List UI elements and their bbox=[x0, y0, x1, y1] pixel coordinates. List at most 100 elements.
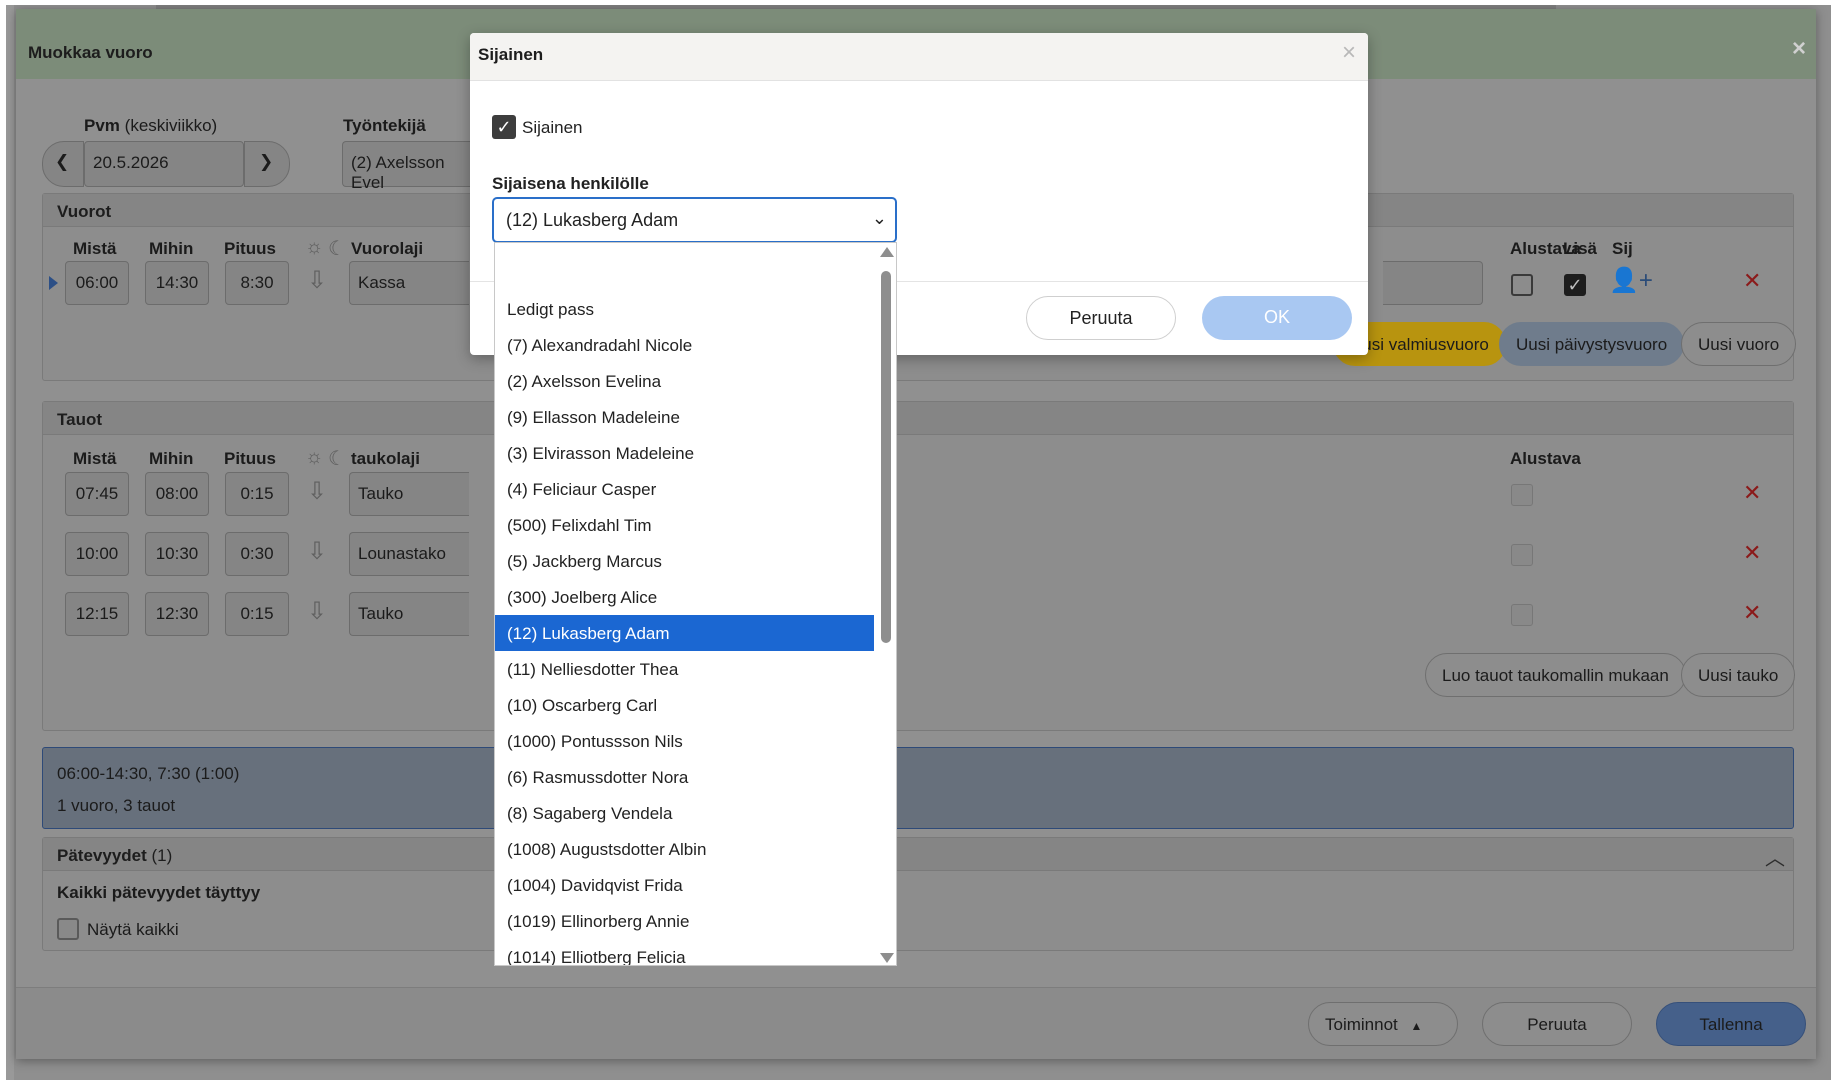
update-shift-button[interactable]: Uusi päivystysvuoro bbox=[1499, 322, 1685, 366]
modal-cancel-button[interactable]: Peruuta bbox=[1026, 296, 1176, 340]
shift-comment-input[interactable] bbox=[1383, 261, 1483, 305]
shift-type-select[interactable]: Kassa bbox=[349, 261, 469, 305]
dropdown-option[interactable]: (11) Nelliesdotter Thea bbox=[495, 651, 874, 687]
preliminary-checkbox[interactable] bbox=[1511, 544, 1533, 566]
summary-box: 06:00-14:30, 7:30 (1:00) 1 vuoro, 3 tauo… bbox=[42, 747, 1794, 829]
dropdown-option[interactable]: (1000) Pontussson Nils bbox=[495, 723, 874, 759]
sun-icon: ☼ bbox=[305, 446, 324, 468]
qualifications-status: Kaikki pätevyydet täyttyy bbox=[57, 883, 261, 902]
dropdown-option[interactable]: (500) Felixdahl Tim bbox=[495, 507, 874, 543]
chevron-right-icon[interactable]: ❯ bbox=[244, 141, 290, 187]
modal-ok-button[interactable]: OK bbox=[1202, 296, 1352, 340]
download-icon[interactable]: ⇩ bbox=[307, 477, 327, 506]
scrollbar-thumb[interactable] bbox=[881, 271, 891, 643]
add-person-icon[interactable]: 👤+ bbox=[1609, 266, 1653, 295]
chevron-left-icon[interactable]: ❮ bbox=[42, 141, 84, 187]
save-button[interactable]: Tallenna bbox=[1656, 1002, 1806, 1046]
extra-checkbox[interactable]: ✓ bbox=[1564, 274, 1586, 296]
dropdown-option[interactable]: (4) Feliciaur Casper bbox=[495, 471, 874, 507]
download-icon[interactable]: ⇩ bbox=[307, 266, 327, 295]
show-all-label: Näytä kaikki bbox=[87, 920, 179, 939]
break-to-input[interactable]: 12:30 bbox=[145, 592, 209, 636]
date-label: Pvm (keskiviikko) bbox=[84, 116, 218, 135]
new-break-button[interactable]: Uusi tauko bbox=[1681, 653, 1796, 697]
dropdown-option[interactable]: (6) Rasmussdotter Nora bbox=[495, 759, 874, 795]
break-type-select[interactable]: Tauko bbox=[349, 592, 469, 636]
close-icon[interactable]: ✕ bbox=[1743, 268, 1761, 294]
break-type-select[interactable]: Lounastako bbox=[349, 532, 469, 576]
scroll-up-icon[interactable] bbox=[880, 247, 894, 257]
col-to: Mihin bbox=[149, 449, 194, 468]
dropdown-option[interactable]: (5) Jackberg Marcus bbox=[495, 543, 874, 579]
col-sub: Sij bbox=[1612, 239, 1633, 258]
dropdown-scrollbar[interactable] bbox=[875, 243, 896, 965]
cancel-button[interactable]: Peruuta bbox=[1482, 1002, 1632, 1046]
preliminary-checkbox[interactable] bbox=[1511, 484, 1533, 506]
dropdown-option[interactable]: (8) Sagaberg Vendela bbox=[495, 795, 874, 831]
dropdown-option[interactable]: (10) Oscarberg Carl bbox=[495, 687, 874, 723]
dropdown-option[interactable]: (300) Joelberg Alice bbox=[495, 579, 874, 615]
shift-from-input[interactable]: 06:00 bbox=[65, 261, 129, 305]
dropdown-option[interactable]: (2) Axelsson Evelina bbox=[495, 363, 874, 399]
break-type-select[interactable]: Tauko bbox=[349, 472, 469, 516]
chevron-up-icon[interactable]: ︿ bbox=[1765, 842, 1785, 871]
break-from-input[interactable]: 12:15 bbox=[65, 592, 129, 636]
new-shift-button[interactable]: Uusi vuoro bbox=[1681, 322, 1797, 366]
dropdown-option[interactable]: (3) Elvirasson Madeleine bbox=[495, 435, 874, 471]
summary-line-1: 06:00-14:30, 7:30 (1:00) bbox=[57, 764, 240, 783]
col-from: Mistä bbox=[73, 239, 117, 258]
close-icon[interactable]: × bbox=[1792, 35, 1806, 63]
app-window: Muokkaa vuoro × Pvm (keskiviikko) ❮ 20.5… bbox=[6, 5, 1831, 1080]
breaks-header: Tauot bbox=[43, 402, 1793, 435]
date-input[interactable]: 20.5.2026 bbox=[84, 141, 244, 187]
summary-line-2: 1 vuoro, 3 tauot bbox=[57, 796, 176, 815]
edit-shift-footer: Toiminnot ▲ Peruuta Tallenna bbox=[16, 987, 1816, 1059]
preliminary-checkbox[interactable] bbox=[1511, 274, 1533, 296]
dropdown-option[interactable]: (1008) Augustsdotter Albin bbox=[495, 831, 874, 867]
caret-up-icon: ▲ bbox=[1410, 1019, 1423, 1033]
employee-select[interactable]: (2) Axelsson Evel bbox=[342, 141, 482, 192]
show-all-checkbox[interactable] bbox=[57, 918, 79, 940]
substitute-dropdown-list[interactable]: Ledigt pass (7) Alexandradahl Nicole (2) A… bbox=[494, 242, 897, 966]
close-icon[interactable]: ✕ bbox=[1743, 480, 1761, 506]
break-template-button[interactable]: Luo tauot taukomallin mukaan bbox=[1425, 653, 1686, 697]
close-icon[interactable]: × bbox=[1342, 39, 1356, 67]
close-icon[interactable]: ✕ bbox=[1743, 600, 1761, 626]
substitute-checkbox[interactable]: ✓ bbox=[492, 115, 516, 139]
shift-length-input[interactable]: 8:30 bbox=[225, 261, 289, 305]
moon-icon: ☾ bbox=[328, 238, 346, 260]
break-length-input[interactable]: 0:15 bbox=[225, 592, 289, 636]
scroll-down-icon[interactable] bbox=[880, 953, 894, 963]
dropdown-option[interactable]: (9) Ellasson Madeleine bbox=[495, 399, 874, 435]
break-length-input[interactable]: 0:15 bbox=[225, 472, 289, 516]
background-sidebar bbox=[6, 5, 14, 1080]
actions-button[interactable]: Toiminnot ▲ bbox=[1308, 1002, 1458, 1046]
substitute-for-select[interactable]: (12) Lukasberg Adam ⌄ bbox=[492, 197, 897, 243]
actions-label: Toiminnot bbox=[1325, 1015, 1398, 1034]
download-icon[interactable]: ⇩ bbox=[307, 597, 327, 626]
shift-to-input[interactable]: 14:30 bbox=[145, 261, 209, 305]
dropdown-option[interactable]: (1004) Davidqvist Frida bbox=[495, 867, 874, 903]
dropdown-option[interactable]: Ledigt pass bbox=[495, 291, 874, 327]
break-to-input[interactable]: 10:30 bbox=[145, 532, 209, 576]
col-extra: Lisä bbox=[1563, 239, 1598, 258]
col-length: Pituus bbox=[224, 239, 276, 258]
dropdown-option[interactable]: (12) Lukasberg Adam bbox=[495, 615, 874, 651]
dropdown-option[interactable] bbox=[495, 255, 874, 291]
break-from-input[interactable]: 07:45 bbox=[65, 472, 129, 516]
close-icon[interactable]: ✕ bbox=[1743, 540, 1761, 566]
col-type: Vuorolaji bbox=[351, 239, 424, 258]
dropdown-option[interactable]: (1019) Ellinorberg Annie bbox=[495, 903, 874, 939]
edit-shift-title: Muokkaa vuoro bbox=[28, 43, 153, 62]
col-to: Mihin bbox=[149, 239, 194, 258]
break-to-input[interactable]: 08:00 bbox=[145, 472, 209, 516]
substitute-header: Sijainen × bbox=[470, 33, 1368, 81]
break-length-input[interactable]: 0:30 bbox=[225, 532, 289, 576]
dropdown-option[interactable]: (1014) Elliotberg Felicia bbox=[495, 939, 874, 965]
substitute-checkbox-label: Sijainen bbox=[522, 118, 583, 137]
preliminary-checkbox[interactable] bbox=[1511, 604, 1533, 626]
dropdown-option[interactable]: (7) Alexandradahl Nicole bbox=[495, 327, 874, 363]
col-length: Pituus bbox=[224, 449, 276, 468]
break-from-input[interactable]: 10:00 bbox=[65, 532, 129, 576]
download-icon[interactable]: ⇩ bbox=[307, 537, 327, 566]
